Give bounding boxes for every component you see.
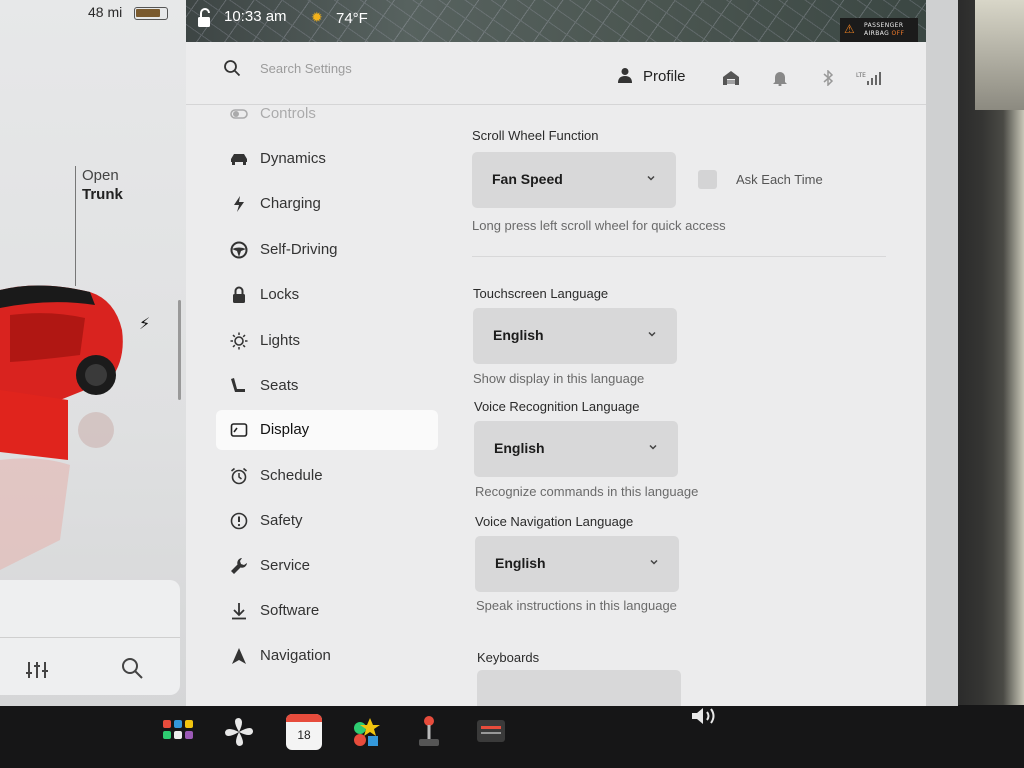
profile-button[interactable]: Profile [643, 68, 686, 85]
clock-time: 10:33 am [224, 8, 287, 25]
search-settings-input[interactable] [258, 60, 462, 77]
sidebar-item-schedule[interactable]: Schedule [216, 456, 438, 496]
scroll-wheel-helper: Long press left scroll wheel for quick a… [472, 218, 726, 233]
sidebar-item-seats[interactable]: Seats [216, 366, 438, 406]
trunk-label: Trunk [82, 186, 123, 203]
sun-icon: ✹ [311, 10, 323, 26]
lte-label: LTE [856, 72, 866, 79]
calendar-day: 18 [297, 728, 311, 742]
car-status-bar: 48 mi [0, 0, 186, 30]
app-launcher-icon[interactable] [160, 714, 196, 750]
voice-navigation-language-helper: Speak instructions in this language [476, 598, 677, 613]
bell-icon[interactable] [771, 70, 789, 86]
scroll-wheel-function-dropdown[interactable]: Fan Speed [472, 152, 676, 208]
trunk-action-label: Open [82, 167, 119, 184]
chevron-down-icon [647, 175, 655, 181]
car-model [0, 285, 123, 570]
sidebar-item-dynamics[interactable]: Dynamics [216, 139, 438, 179]
touchscreen-language-title: Touchscreen Language [473, 286, 609, 301]
cellular-signal-icon [867, 72, 881, 85]
outside-temperature: 74°F [336, 10, 368, 27]
trunk-callout-line [75, 166, 76, 286]
keyboards-dropdown[interactable] [477, 670, 681, 706]
scroll-indicator [178, 300, 181, 400]
ask-each-time-checkbox[interactable] [698, 170, 717, 189]
garage-icon[interactable] [722, 70, 740, 86]
ask-each-time-label: Ask Each Time [736, 172, 823, 187]
chevron-down-icon [649, 444, 657, 450]
sidebar-item-lights[interactable]: Lights [216, 321, 438, 361]
arcade-icon[interactable] [411, 714, 447, 750]
display-icon [230, 423, 248, 437]
scroll-wheel-function-title: Scroll Wheel Function [472, 128, 599, 143]
person-icon[interactable] [617, 67, 633, 83]
sidebar-item-display[interactable]: Display [216, 410, 438, 450]
sidebar-item-navigation[interactable]: Navigation [216, 636, 438, 676]
device-bezel [955, 0, 1024, 768]
sidebar-item-charging[interactable]: Charging [216, 184, 438, 224]
touchscreen-language-dropdown[interactable]: English [473, 308, 677, 364]
alarm-clock-icon [230, 467, 248, 485]
bolt-icon [234, 196, 244, 212]
lock-icon [233, 286, 245, 303]
car-panel: 48 mi Open Trunk ⚡ [0, 0, 186, 706]
toggle-icon [230, 109, 248, 119]
fan-icon[interactable] [221, 714, 257, 750]
touchscreen: 48 mi Open Trunk ⚡ 10:33 am ✹ 74°F ⚠ PAS… [0, 0, 958, 706]
airbag-icon: ⚠ [844, 22, 855, 36]
light-icon [230, 332, 248, 350]
alert-icon [230, 512, 248, 530]
voice-recognition-language-title: Voice Recognition Language [474, 399, 640, 414]
voice-recognition-language-dropdown[interactable]: English [474, 421, 678, 477]
range-readout: 48 mi [88, 4, 123, 20]
seat-icon [231, 378, 245, 392]
search-icon[interactable] [120, 656, 144, 680]
settings-panel: Profile LTE Controls Dynamics [186, 42, 926, 706]
dashcam-icon[interactable] [473, 714, 509, 750]
steering-wheel-icon [230, 241, 248, 259]
chevron-down-icon [648, 331, 656, 337]
dock-bar [0, 705, 1024, 768]
toybox-icon[interactable] [348, 714, 384, 750]
touchscreen-language-helper: Show display in this language [473, 371, 645, 386]
voice-recognition-language-helper: Recognize commands in this language [475, 484, 699, 499]
sidebar-item-safety[interactable]: Safety [216, 501, 438, 541]
battery-icon [134, 7, 168, 20]
settings-sidebar: Controls Dynamics Charging Self-Driving … [186, 105, 446, 706]
voice-navigation-language-dropdown[interactable]: English [475, 536, 679, 592]
status-bar: 10:33 am ✹ 74°F ⚠ PASSENGER AIRBAG OFF [186, 0, 926, 42]
calendar-icon[interactable]: 18 [286, 714, 322, 750]
section-divider [472, 256, 886, 257]
sidebar-item-self-driving[interactable]: Self-Driving [216, 230, 438, 270]
charge-port-bolt-icon[interactable]: ⚡ [139, 314, 150, 333]
open-trunk-button[interactable]: Open Trunk [82, 166, 123, 204]
sliders-icon[interactable] [25, 660, 49, 680]
search-icon [224, 60, 241, 77]
passenger-airbag-indicator: ⚠ PASSENGER AIRBAG OFF [840, 18, 918, 42]
sidebar-item-controls[interactable]: Controls [216, 94, 438, 134]
voice-navigation-language-title: Voice Navigation Language [475, 514, 634, 529]
sidebar-item-software[interactable]: Software [216, 591, 438, 631]
wrench-icon [231, 558, 247, 574]
navigation-icon [232, 648, 246, 664]
unlocked-icon[interactable] [196, 8, 214, 28]
bluetooth-icon[interactable] [819, 70, 837, 86]
sidebar-item-service[interactable]: Service [216, 546, 438, 586]
sidebar-item-locks[interactable]: Locks [216, 275, 438, 315]
car-icon [231, 154, 247, 165]
chevron-down-icon [650, 559, 658, 565]
download-icon [232, 603, 246, 620]
keyboards-title: Keyboards [477, 650, 540, 665]
volume-icon[interactable] [690, 705, 718, 727]
